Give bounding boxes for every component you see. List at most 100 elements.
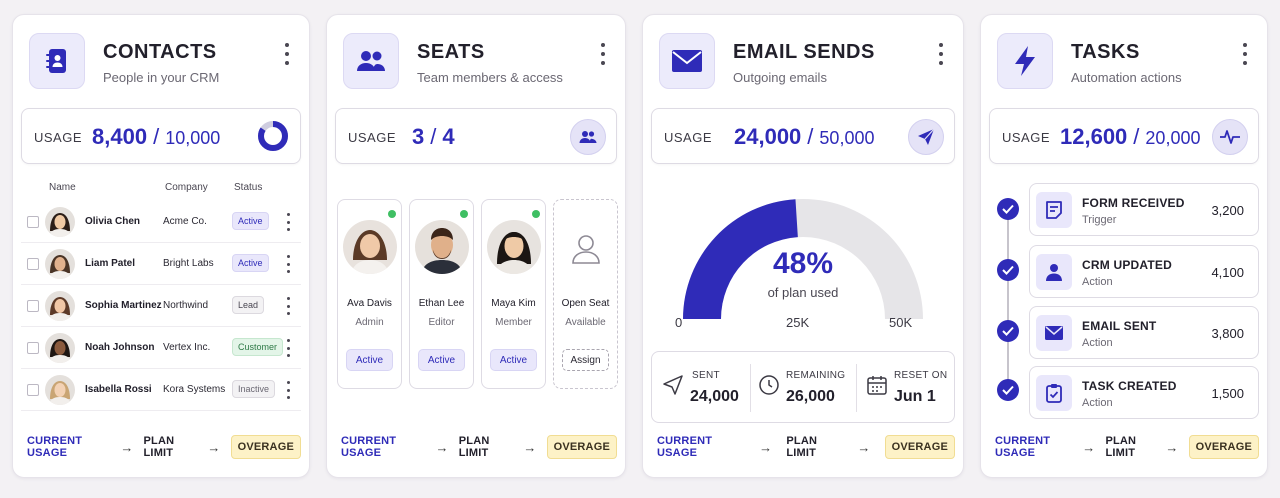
row-more-icon[interactable] bbox=[283, 297, 293, 315]
user-outline-icon bbox=[559, 220, 613, 274]
usage-limit: 50,000 bbox=[819, 128, 875, 148]
avatar bbox=[45, 249, 75, 279]
seat-status-button[interactable]: Active bbox=[418, 349, 465, 371]
seat-role: Member bbox=[495, 317, 532, 328]
more-options-icon[interactable] bbox=[593, 41, 613, 67]
column-header-company[interactable]: Company bbox=[165, 182, 208, 193]
online-status-dot bbox=[532, 210, 540, 218]
column-header-name[interactable]: Name bbox=[49, 182, 76, 193]
usage-value: 3/4 bbox=[412, 124, 455, 149]
overage-badge[interactable]: OVERAGE bbox=[546, 435, 617, 459]
card-title: EMAIL SENDS bbox=[733, 41, 875, 63]
stat-reset-on: RESET ON Jun 1 bbox=[858, 352, 958, 424]
arrow-right-icon: → bbox=[435, 439, 449, 455]
clipboard-icon bbox=[1036, 375, 1072, 411]
seat-status-button[interactable]: Active bbox=[490, 349, 537, 371]
contact-name: Noah Johnson bbox=[85, 342, 155, 353]
row-checkbox[interactable] bbox=[27, 342, 39, 354]
contacts-card: CONTACTS People in your CRM USAGE 8,400/… bbox=[12, 14, 310, 478]
task-title: CRM UPDATED bbox=[1082, 258, 1172, 272]
table-row[interactable]: Liam Patel Bright Labs Active bbox=[21, 243, 301, 285]
table-row[interactable]: Sophia Martinez Northwind Lead bbox=[21, 285, 301, 327]
row-checkbox[interactable] bbox=[27, 384, 39, 396]
seat-name: Ethan Lee bbox=[418, 298, 465, 309]
activity-pulse-icon bbox=[1212, 119, 1248, 155]
usage-label: USAGE bbox=[348, 130, 397, 145]
usage-flow: CURRENT USAGE → PLAN LIMIT → OVERAGE bbox=[657, 435, 955, 459]
assign-seat-button[interactable]: Assign bbox=[562, 349, 609, 371]
status-badge: Active bbox=[232, 254, 269, 272]
plan-limit-link[interactable]: PLAN LIMIT bbox=[1105, 435, 1155, 459]
online-status-dot bbox=[460, 210, 468, 218]
timeline-line bbox=[1007, 209, 1009, 389]
row-more-icon[interactable] bbox=[283, 213, 293, 231]
seat-name: Maya Kim bbox=[491, 298, 536, 309]
seat-status-button[interactable]: Active bbox=[346, 349, 393, 371]
seat-role: Available bbox=[565, 317, 606, 328]
task-item[interactable]: TASK CREATED Action 1,500 bbox=[1029, 366, 1259, 419]
gauge-percent: 48% bbox=[772, 247, 834, 280]
task-title: TASK CREATED bbox=[1082, 379, 1177, 393]
row-checkbox[interactable] bbox=[27, 300, 39, 312]
more-options-icon[interactable] bbox=[931, 41, 951, 67]
overage-badge[interactable]: OVERAGE bbox=[1188, 435, 1259, 459]
task-type: Action bbox=[1082, 397, 1113, 409]
status-badge: Customer bbox=[232, 338, 284, 356]
seats-card: SEATS Team members & access USAGE 3/4 Av… bbox=[326, 14, 626, 478]
open-seat-card: Open Seat Available Assign bbox=[553, 199, 618, 389]
task-item[interactable]: EMAIL SENT Action 3,800 bbox=[1029, 306, 1259, 359]
card-subtitle: Team members & access bbox=[417, 70, 563, 85]
gauge-max-label: 50K bbox=[889, 315, 913, 330]
contact-name: Sophia Martinez bbox=[85, 300, 162, 311]
table-row[interactable]: Isabella Rossi Kora Systems Inactive bbox=[21, 369, 301, 411]
task-item[interactable]: CRM UPDATED Action 4,100 bbox=[1029, 245, 1259, 298]
column-header-status[interactable]: Status bbox=[234, 182, 262, 193]
current-usage-link[interactable]: CURRENT USAGE bbox=[995, 435, 1072, 459]
row-more-icon[interactable] bbox=[283, 255, 293, 273]
current-usage-link[interactable]: CURRENT USAGE bbox=[341, 435, 426, 459]
usage-current: 12,600 bbox=[1060, 124, 1128, 149]
card-subtitle: People in your CRM bbox=[103, 70, 220, 85]
avatar bbox=[45, 291, 75, 321]
usage-box: USAGE 12,600/20,000 bbox=[989, 108, 1259, 164]
plan-limit-link[interactable]: PLAN LIMIT bbox=[144, 435, 198, 459]
card-title: CONTACTS bbox=[103, 41, 217, 63]
task-title: EMAIL SENT bbox=[1082, 319, 1157, 333]
current-usage-link[interactable]: CURRENT USAGE bbox=[27, 435, 110, 459]
tasks-card: TASKS Automation actions USAGE 12,600/20… bbox=[980, 14, 1268, 478]
task-item[interactable]: FORM RECEIVED Trigger 3,200 bbox=[1029, 183, 1259, 236]
usage-current: 8,400 bbox=[92, 124, 148, 149]
arrow-right-icon: → bbox=[1082, 439, 1096, 455]
row-more-icon[interactable] bbox=[283, 339, 293, 357]
table-row[interactable]: Noah Johnson Vertex Inc. Customer bbox=[21, 327, 301, 369]
task-count: 4,100 bbox=[1211, 265, 1244, 280]
clock-icon bbox=[758, 374, 780, 396]
table-row[interactable]: Olivia Chen Acme Co. Active bbox=[21, 201, 301, 243]
usage-current: 24,000 bbox=[734, 124, 802, 149]
avatar bbox=[487, 220, 541, 274]
plan-limit-link[interactable]: PLAN LIMIT bbox=[459, 435, 514, 459]
card-title: SEATS bbox=[417, 41, 485, 63]
check-icon bbox=[997, 259, 1019, 281]
overage-badge[interactable]: OVERAGE bbox=[230, 435, 301, 459]
current-usage-link[interactable]: CURRENT USAGE bbox=[657, 435, 745, 459]
usage-label: USAGE bbox=[1002, 130, 1051, 145]
avatar bbox=[45, 333, 75, 363]
row-checkbox[interactable] bbox=[27, 258, 39, 270]
contact-company: Acme Co. bbox=[163, 216, 207, 227]
more-options-icon[interactable] bbox=[1235, 41, 1255, 67]
address-book-icon bbox=[29, 33, 85, 89]
status-badge: Lead bbox=[232, 296, 265, 314]
gauge-min-label: 0 bbox=[675, 315, 683, 330]
overage-badge[interactable]: OVERAGE bbox=[884, 435, 955, 459]
online-status-dot bbox=[388, 210, 396, 218]
row-checkbox[interactable] bbox=[27, 216, 39, 228]
usage-flow: CURRENT USAGE → PLAN LIMIT → OVERAGE bbox=[341, 435, 617, 459]
check-icon bbox=[997, 320, 1019, 342]
email-stats-panel: SENT 24,000 REMAINING 26,000 RESET ON Ju… bbox=[651, 351, 955, 423]
seat-role: Admin bbox=[355, 317, 384, 328]
row-more-icon[interactable] bbox=[283, 381, 293, 399]
plan-limit-link[interactable]: PLAN LIMIT bbox=[786, 435, 843, 459]
check-icon bbox=[997, 198, 1019, 220]
more-options-icon[interactable] bbox=[277, 41, 297, 67]
